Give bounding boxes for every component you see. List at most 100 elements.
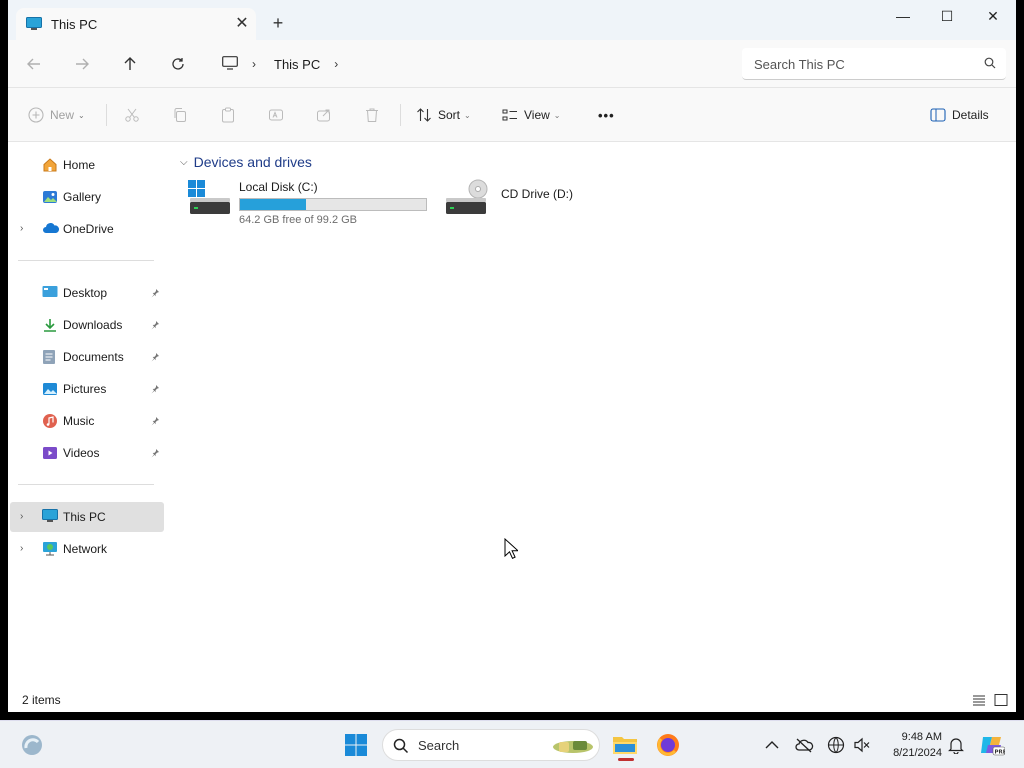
sort-label: Sort <box>438 108 461 122</box>
taskbar-search-label: Search <box>418 738 460 753</box>
sidebar-divider <box>18 484 154 485</box>
copy-icon <box>174 108 186 122</box>
view-icon <box>502 109 517 121</box>
view-button[interactable]: View ⌄ <box>502 104 561 126</box>
sort-icon <box>417 108 431 122</box>
forward-button[interactable] <box>70 52 94 76</box>
details-pane-button[interactable]: Details <box>930 104 989 126</box>
taskbar-search[interactable]: Search <box>382 729 600 761</box>
scissors-icon <box>125 108 139 122</box>
details-pane-icon <box>930 108 946 122</box>
search-highlight-icon <box>551 736 595 759</box>
search-icon[interactable] <box>984 57 996 72</box>
sidebar-item-documents[interactable]: Documents <box>10 342 164 372</box>
search-icon <box>393 738 409 757</box>
details-label: Details <box>952 108 989 122</box>
sidebar-item-label: OneDrive <box>63 222 114 236</box>
cut-button[interactable] <box>124 104 140 126</box>
this-pc-icon <box>26 17 42 34</box>
refresh-icon <box>172 58 184 70</box>
up-button[interactable] <box>118 52 142 76</box>
drive-usage-fill <box>240 199 306 210</box>
sidebar-item-videos[interactable]: Videos <box>10 438 164 468</box>
tab-title: This PC <box>51 17 98 32</box>
volume-muted-icon[interactable] <box>846 729 878 761</box>
paste-button[interactable] <box>220 104 236 126</box>
sidebar-item-this-pc[interactable]: › This PC <box>10 502 164 532</box>
sidebar-item-onedrive[interactable]: › OneDrive <box>10 214 164 244</box>
sidebar-item-label: Desktop <box>63 286 108 300</box>
sidebar-item-downloads[interactable]: Downloads <box>10 310 164 340</box>
firefox-icon[interactable] <box>652 729 684 761</box>
chevron-down-icon[interactable]: ⌵ <box>180 157 188 168</box>
sidebar-item-desktop[interactable]: Desktop <box>10 278 164 308</box>
group-header-devices[interactable]: ⌵ Devices and drives <box>180 154 312 170</box>
search-input[interactable] <box>754 55 974 73</box>
sidebar-item-label: Gallery <box>63 190 102 204</box>
title-bar: This PC ✕ + — ☐ ✕ <box>8 0 1016 40</box>
pin-icon[interactable] <box>150 319 160 333</box>
close-window-button[interactable]: ✕ <box>970 4 1016 28</box>
rename-button[interactable] <box>268 104 284 126</box>
pin-icon[interactable] <box>150 351 160 365</box>
sidebar-item-home[interactable]: Home <box>10 150 164 180</box>
pin-icon[interactable] <box>150 447 160 461</box>
pin-icon[interactable] <box>150 383 160 397</box>
system-clock[interactable]: 9:48 AM 8/21/2024 <box>878 729 942 761</box>
forward-arrow-icon <box>76 58 89 70</box>
back-button[interactable] <box>22 52 46 76</box>
onedrive-offline-icon[interactable] <box>788 729 820 761</box>
delete-button[interactable] <box>364 104 380 126</box>
maximize-button[interactable]: ☐ <box>924 4 970 28</box>
sidebar-item-label: Music <box>63 414 95 428</box>
tab-this-pc[interactable]: This PC ✕ <box>16 8 256 40</box>
sidebar-item-label: This PC <box>63 510 106 524</box>
file-explorer-taskbar-icon[interactable] <box>609 729 641 761</box>
search-box[interactable] <box>742 48 1006 80</box>
minimize-button[interactable]: — <box>880 4 926 28</box>
widgets-icon[interactable] <box>16 729 48 761</box>
pin-icon[interactable] <box>150 415 160 429</box>
share-button[interactable] <box>316 104 332 126</box>
start-button[interactable] <box>340 729 372 761</box>
sidebar-item-pictures[interactable]: Pictures <box>10 374 164 404</box>
pictures-icon <box>42 381 58 400</box>
see-more-button[interactable]: ••• <box>598 104 615 126</box>
desktop-icon <box>42 285 58 302</box>
refresh-button[interactable] <box>166 52 190 76</box>
sidebar-item-gallery[interactable]: Gallery <box>10 182 164 212</box>
close-tab-icon[interactable]: ✕ <box>233 15 251 33</box>
chevron-right-icon[interactable]: › <box>252 57 256 71</box>
sidebar-item-music[interactable]: Music <box>10 406 164 436</box>
drive-cd-d[interactable]: CD Drive (D:) <box>444 178 604 226</box>
breadcrumb[interactable]: › This PC › <box>214 48 738 80</box>
back-arrow-icon <box>27 58 40 70</box>
gallery-icon <box>42 189 58 208</box>
drive-local-disk-c[interactable]: Local Disk (C:) 64.2 GB free of 99.2 GB <box>188 178 438 226</box>
chevron-right-icon[interactable]: › <box>20 223 23 234</box>
sort-button[interactable]: Sort ⌄ <box>416 104 471 126</box>
copilot-icon[interactable]: PRE <box>976 729 1008 761</box>
new-tab-button[interactable]: + <box>268 13 288 33</box>
taskbar: Search 9:48 AM 8/21/2024 PRE <box>0 720 1024 768</box>
cd-drive-icon <box>444 178 488 219</box>
breadcrumb-this-pc[interactable]: This PC <box>274 57 320 72</box>
sidebar-item-network[interactable]: › Network <box>10 534 164 564</box>
chevron-right-icon[interactable]: › <box>334 57 338 71</box>
music-icon <box>42 413 58 432</box>
address-row: › This PC › <box>8 40 1016 88</box>
trash-icon <box>366 108 378 122</box>
status-bar: 2 items <box>8 690 1016 712</box>
details-view-icon[interactable] <box>972 693 986 710</box>
copy-button[interactable] <box>172 104 188 126</box>
chevron-right-icon[interactable]: › <box>20 511 23 522</box>
videos-icon <box>42 445 58 464</box>
large-icons-view-icon[interactable] <box>994 693 1008 710</box>
chevron-up-icon[interactable] <box>756 729 788 761</box>
up-arrow-icon <box>124 57 136 70</box>
new-button[interactable]: New ⌄ <box>28 104 85 126</box>
pin-icon[interactable] <box>150 287 160 301</box>
sidebar-item-label: Pictures <box>63 382 107 396</box>
notifications-icon[interactable] <box>940 729 972 761</box>
chevron-right-icon[interactable]: › <box>20 543 23 554</box>
